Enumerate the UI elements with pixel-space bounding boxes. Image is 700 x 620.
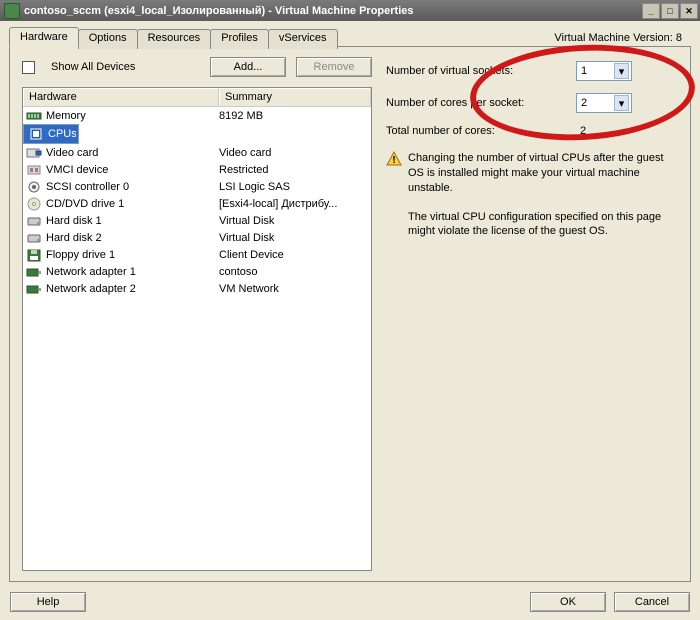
ok-button[interactable]: OK <box>530 592 606 612</box>
hardware-name: Memory <box>46 110 86 122</box>
vsphere-icon <box>4 3 20 19</box>
cores-value: 2 <box>581 97 587 109</box>
tab-bar: Hardware Options Resources Profiles vSer… <box>9 27 691 47</box>
nic-icon <box>26 282 42 296</box>
maximize-button[interactable]: □ <box>661 3 679 19</box>
floppy-icon <box>26 248 42 262</box>
cancel-button-label: Cancel <box>635 596 669 608</box>
hardware-name: Video card <box>46 147 98 159</box>
titlebar: contoso_sccm (esxi4_local_Изолированный)… <box>0 0 700 21</box>
warning-icon: ! <box>386 151 402 167</box>
cpu-icon <box>28 127 44 141</box>
tab-hardware-label: Hardware <box>20 31 68 43</box>
hardware-list-header: Hardware Summary <box>23 88 371 107</box>
ok-button-label: OK <box>560 596 576 608</box>
remove-button-label: Remove <box>314 61 355 73</box>
sockets-select[interactable]: 1 ▾ <box>576 61 632 81</box>
tab-panel-hardware: Show All Devices Add... Remove Hardware … <box>9 46 691 582</box>
hardware-list-body: Memory 8192 MB CPUs2 Video card Video card VM… <box>23 107 371 570</box>
hardware-name: Network adapter 2 <box>46 283 136 295</box>
hardware-summary: Virtual Disk <box>219 215 368 227</box>
nic-icon <box>26 265 42 279</box>
help-button-label: Help <box>37 596 60 608</box>
svg-text:!: ! <box>392 155 395 166</box>
sockets-label: Number of virtual sockets: <box>386 65 576 77</box>
tab-vservices[interactable]: vServices <box>268 29 338 49</box>
chevron-down-icon: ▾ <box>614 63 629 79</box>
hardware-summary: Restricted <box>219 164 368 176</box>
vmci-icon <box>26 163 42 177</box>
hardware-summary: Client Device <box>219 249 368 261</box>
hardware-summary: 8192 MB <box>219 110 368 122</box>
hardware-summary: contoso <box>219 266 368 278</box>
scsi-icon <box>26 180 42 194</box>
total-cores-label: Total number of cores: <box>386 125 576 137</box>
col-summary-header[interactable]: Summary <box>219 88 371 106</box>
hdd-icon <box>26 231 42 245</box>
hardware-row[interactable]: Hard disk 1 Virtual Disk <box>23 212 371 229</box>
hardware-summary: Virtual Disk <box>219 232 368 244</box>
hardware-row[interactable]: VMCI device Restricted <box>23 161 371 178</box>
cd-icon <box>26 197 42 211</box>
video-icon <box>26 146 42 160</box>
minimize-button[interactable]: _ <box>642 3 660 19</box>
cores-select[interactable]: 2 ▾ <box>576 93 632 113</box>
hardware-name: Floppy drive 1 <box>46 249 115 261</box>
hardware-row[interactable]: CPUs2 <box>23 124 79 144</box>
hardware-row[interactable]: Network adapter 2 VM Network <box>23 280 371 297</box>
hardware-row[interactable]: Video card Video card <box>23 144 371 161</box>
license-note: The virtual CPU configuration specified … <box>408 210 678 240</box>
hardware-row[interactable]: Floppy drive 1 Client Device <box>23 246 371 263</box>
hardware-row[interactable]: Memory 8192 MB <box>23 107 371 124</box>
hardware-name: Network adapter 1 <box>46 266 136 278</box>
tab-resources-label: Resources <box>148 32 201 44</box>
hardware-row[interactable]: Hard disk 2 Virtual Disk <box>23 229 371 246</box>
hardware-row[interactable]: Network adapter 1 contoso <box>23 263 371 280</box>
tab-hardware[interactable]: Hardware <box>9 27 79 47</box>
warning-text: Changing the number of virtual CPUs afte… <box>408 151 678 196</box>
hardware-summary: VM Network <box>219 283 368 295</box>
add-button-label: Add... <box>234 61 263 73</box>
chevron-down-icon: ▾ <box>614 95 629 111</box>
hdd-icon <box>26 214 42 228</box>
tab-vservices-label: vServices <box>279 32 327 44</box>
tab-resources[interactable]: Resources <box>137 29 212 49</box>
close-button[interactable]: ✕ <box>680 3 698 19</box>
memory-icon <box>26 109 42 123</box>
hardware-summary: [Esxi4-local] Дистрибу... <box>219 198 368 210</box>
tab-options[interactable]: Options <box>78 29 138 49</box>
hardware-name: VMCI device <box>46 164 108 176</box>
hardware-name: Hard disk 2 <box>46 232 102 244</box>
hardware-name: CPUs <box>48 128 76 140</box>
hardware-row[interactable]: CD/DVD drive 1 [Esxi4-local] Дистрибу... <box>23 195 371 212</box>
cancel-button[interactable]: Cancel <box>614 592 690 612</box>
hardware-summary: LSI Logic SAS <box>219 181 368 193</box>
tab-profiles[interactable]: Profiles <box>210 29 269 49</box>
show-all-devices-label: Show All Devices <box>51 61 135 73</box>
hardware-name: CD/DVD drive 1 <box>46 198 124 210</box>
hardware-summary: Video card <box>219 147 368 159</box>
tab-profiles-label: Profiles <box>221 32 258 44</box>
cores-label: Number of cores per socket: <box>386 97 576 109</box>
show-all-devices-checkbox[interactable] <box>22 61 35 74</box>
window-title: contoso_sccm (esxi4_local_Изолированный)… <box>24 5 642 17</box>
hardware-name: SCSI controller 0 <box>46 181 129 193</box>
total-cores-value: 2 <box>580 125 586 137</box>
hardware-row[interactable]: SCSI controller 0 LSI Logic SAS <box>23 178 371 195</box>
col-hardware-header[interactable]: Hardware <box>23 88 219 106</box>
sockets-value: 1 <box>581 65 587 77</box>
help-button[interactable]: Help <box>10 592 86 612</box>
hardware-name: Hard disk 1 <box>46 215 102 227</box>
hardware-list: Hardware Summary Memory8192 MBCPUs2Video… <box>22 87 372 571</box>
tab-options-label: Options <box>89 32 127 44</box>
remove-button: Remove <box>296 57 372 77</box>
add-button[interactable]: Add... <box>210 57 286 77</box>
detail-pane: Number of virtual sockets: 1 ▾ Number of… <box>386 57 678 571</box>
